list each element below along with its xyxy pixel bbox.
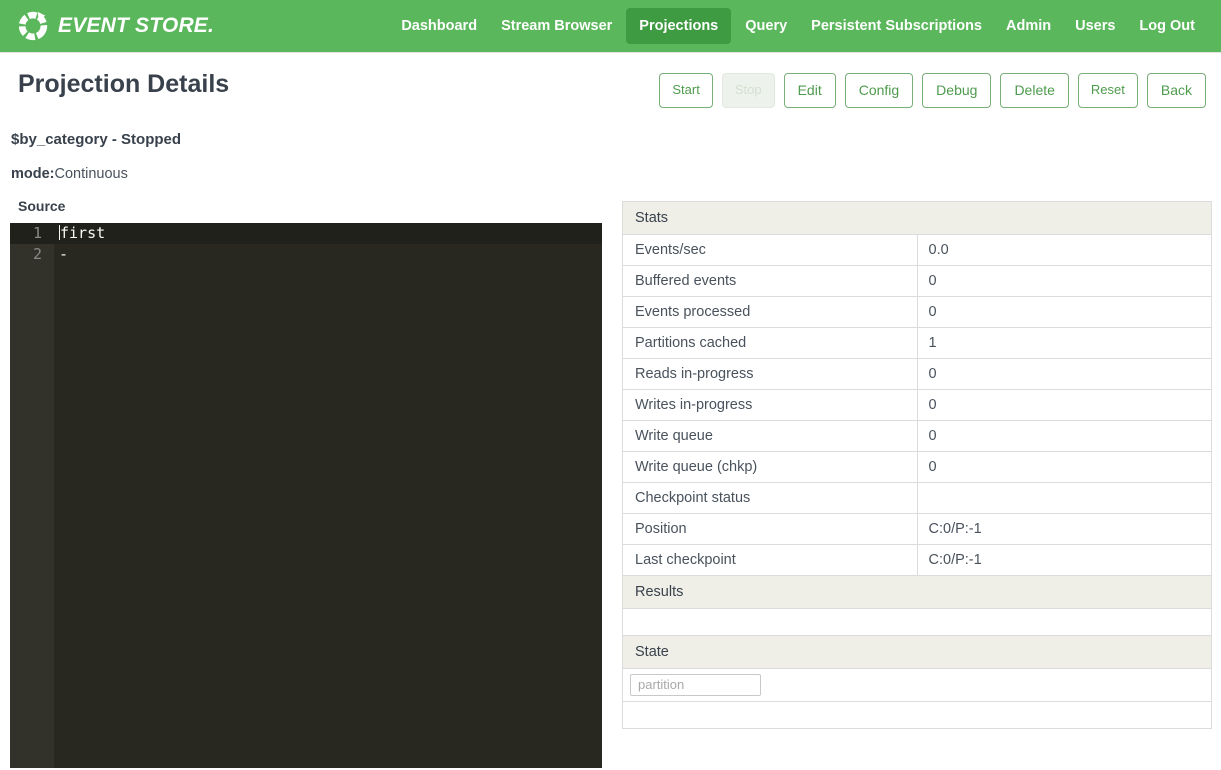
brand-text: EVENT STORE. <box>58 14 214 38</box>
results-header: Results <box>623 575 1212 608</box>
nav-item-persistent-subscriptions[interactable]: Persistent Subscriptions <box>799 8 994 44</box>
table-row: Write queue0 <box>623 420 1212 451</box>
partition-input[interactable] <box>630 674 761 696</box>
table-row: Events/sec0.0 <box>623 234 1212 265</box>
stats-header: Stats <box>623 201 1212 234</box>
source-panel: Source 1 2 first - <box>10 198 602 768</box>
table-row: Partitions cached1 <box>623 327 1212 358</box>
projection-toolbar: Start Stop Edit Config Debug Delete Rese… <box>659 69 1206 108</box>
stats-table: Stats Events/sec0.0 Buffered events0 Eve… <box>622 201 1212 729</box>
mode-value: Continuous <box>55 166 128 182</box>
nav-links: Dashboard Stream Browser Projections Que… <box>389 8 1207 44</box>
projection-mode: mode:Continuous <box>11 166 1221 182</box>
debug-button[interactable]: Debug <box>922 73 991 108</box>
page-header: Projection Details Start Stop Edit Confi… <box>0 53 1221 108</box>
stop-button: Stop <box>722 73 775 108</box>
line-number: 2 <box>10 244 54 265</box>
editor-code-area[interactable]: first - <box>54 223 602 768</box>
nav-item-stream-browser[interactable]: Stream Browser <box>489 8 624 44</box>
results-empty-row <box>623 608 1212 635</box>
nav-item-users[interactable]: Users <box>1063 8 1127 44</box>
state-header: State <box>623 635 1212 668</box>
code-line: first <box>54 223 602 244</box>
projection-name-status: $by_category - Stopped <box>11 131 1221 148</box>
back-button[interactable]: Back <box>1147 73 1206 108</box>
editor-line-number-gutter: 1 2 <box>10 223 54 768</box>
page-title: Projection Details <box>18 69 229 100</box>
delete-button[interactable]: Delete <box>1000 73 1068 108</box>
config-button[interactable]: Config <box>845 73 913 108</box>
state-partition-row <box>623 668 1212 701</box>
table-row: Buffered events0 <box>623 265 1212 296</box>
top-navbar: EVENT STORE. Dashboard Stream Browser Pr… <box>0 0 1221 53</box>
table-row: Write queue (chkp)0 <box>623 451 1212 482</box>
source-label: Source <box>18 198 602 214</box>
start-button[interactable]: Start <box>659 73 712 108</box>
line-number: 1 <box>10 223 54 244</box>
table-row: Reads in-progress0 <box>623 358 1212 389</box>
nav-item-dashboard[interactable]: Dashboard <box>389 8 489 44</box>
table-row: PositionC:0/P:-1 <box>623 513 1212 544</box>
table-row: Writes in-progress0 <box>623 389 1212 420</box>
edit-button[interactable]: Edit <box>784 73 836 108</box>
reset-button[interactable]: Reset <box>1078 73 1138 108</box>
nav-item-query[interactable]: Query <box>733 8 799 44</box>
state-empty-row <box>623 701 1212 728</box>
mode-label: mode: <box>11 166 55 182</box>
source-code-editor[interactable]: 1 2 first - <box>10 223 602 768</box>
nav-item-log-out[interactable]: Log Out <box>1127 8 1207 44</box>
brand[interactable]: EVENT STORE. <box>16 9 214 43</box>
main-content: Source 1 2 first - Stats Events/sec0.0 B… <box>0 182 1221 768</box>
table-row: Events processed0 <box>623 296 1212 327</box>
nav-item-admin[interactable]: Admin <box>994 8 1063 44</box>
nav-item-projections[interactable]: Projections <box>626 8 731 44</box>
details-panel: Stats Events/sec0.0 Buffered events0 Eve… <box>622 198 1212 729</box>
table-row: Checkpoint status <box>623 482 1212 513</box>
table-row: Last checkpointC:0/P:-1 <box>623 544 1212 575</box>
eventstore-logo-icon <box>16 9 50 43</box>
code-line: - <box>54 244 602 265</box>
